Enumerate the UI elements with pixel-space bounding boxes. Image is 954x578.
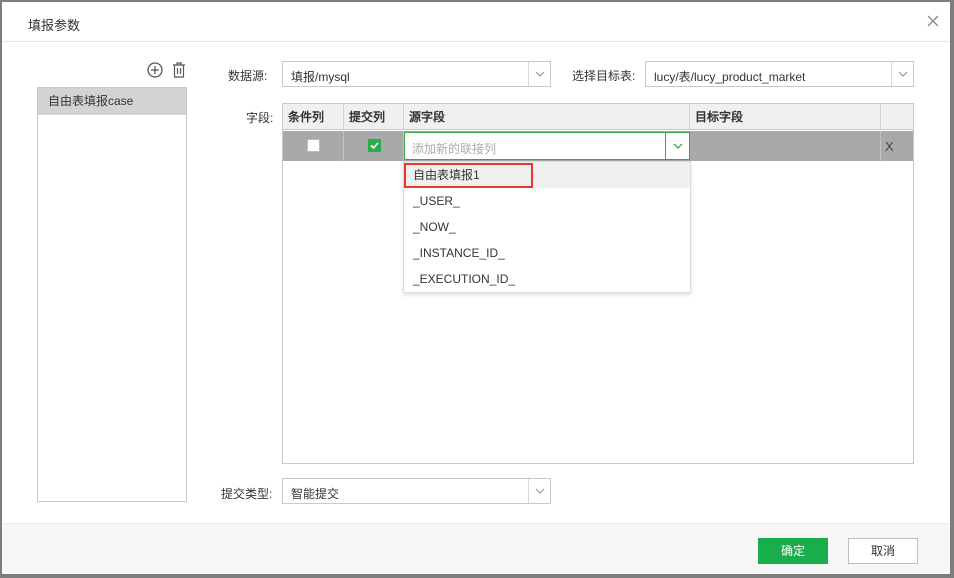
grid-header: 条件列 提交列 源字段 目标字段 (283, 104, 913, 130)
dialog-footer: 确定 取消 (2, 523, 950, 574)
datasource-value: 填报/mysql (291, 70, 350, 84)
fields-label: 字段: (246, 111, 274, 125)
source-field-placeholder: 添加新的联接列 (412, 142, 497, 156)
dropdown-option[interactable]: _INSTANCE_ID_ (404, 240, 690, 266)
target-table-label: 选择目标表: (572, 69, 636, 83)
submit-type-label: 提交类型: (221, 487, 273, 501)
cancel-button[interactable]: 取消 (848, 538, 918, 564)
column-header-target: 目标字段 (690, 104, 881, 130)
trash-icon[interactable] (170, 61, 188, 79)
close-icon[interactable] (926, 14, 940, 28)
sidebar-list: 自由表填报case (37, 87, 187, 502)
dropdown-option[interactable]: _USER_ (404, 188, 690, 214)
column-header-condition: 条件列 (283, 104, 344, 130)
source-field-combobox[interactable]: 添加新的联接列 (404, 132, 690, 160)
submit-cell (344, 131, 404, 161)
table-row: 添加新的联接列 X (283, 131, 913, 161)
check-icon (370, 142, 379, 150)
chevron-down-icon[interactable] (528, 62, 550, 86)
condition-checkbox[interactable] (307, 139, 320, 152)
datasource-select[interactable]: 填报/mysql (282, 61, 551, 87)
dropdown-option[interactable]: 自由表填报1 (404, 162, 690, 188)
dropdown-option[interactable]: _EXECUTION_ID_ (404, 266, 690, 292)
dialog: 填报参数 自由表填报case 数据源: 填报/mysql 选择目标表: lucy… (2, 2, 950, 574)
column-header-source: 源字段 (404, 104, 690, 130)
chevron-down-icon[interactable] (891, 62, 913, 86)
target-table-value: lucy/表/lucy_product_market (654, 70, 806, 84)
ok-button[interactable]: 确定 (758, 538, 828, 564)
dropdown-option[interactable]: _NOW_ (404, 214, 690, 240)
submit-type-select[interactable]: 智能提交 (282, 478, 551, 504)
chevron-down-icon[interactable] (528, 479, 550, 503)
submit-checkbox[interactable] (368, 139, 381, 152)
submit-type-value: 智能提交 (291, 487, 340, 501)
datasource-label: 数据源: (228, 69, 268, 83)
target-table-select[interactable]: lucy/表/lucy_product_market (645, 61, 914, 87)
dialog-title: 填报参数 (28, 18, 81, 33)
target-field-cell[interactable] (690, 131, 881, 161)
column-header-submit: 提交列 (344, 104, 404, 130)
condition-cell (283, 131, 344, 161)
add-circle-icon[interactable] (146, 61, 164, 79)
chevron-down-icon[interactable] (665, 133, 689, 159)
dialog-header: 填报参数 (2, 2, 950, 42)
delete-row-button[interactable]: X (885, 139, 894, 154)
source-field-dropdown: 自由表填报1 _USER_ _NOW_ _INSTANCE_ID_ _EXECU… (403, 161, 691, 293)
sidebar-item-selected[interactable]: 自由表填报case (38, 88, 186, 115)
